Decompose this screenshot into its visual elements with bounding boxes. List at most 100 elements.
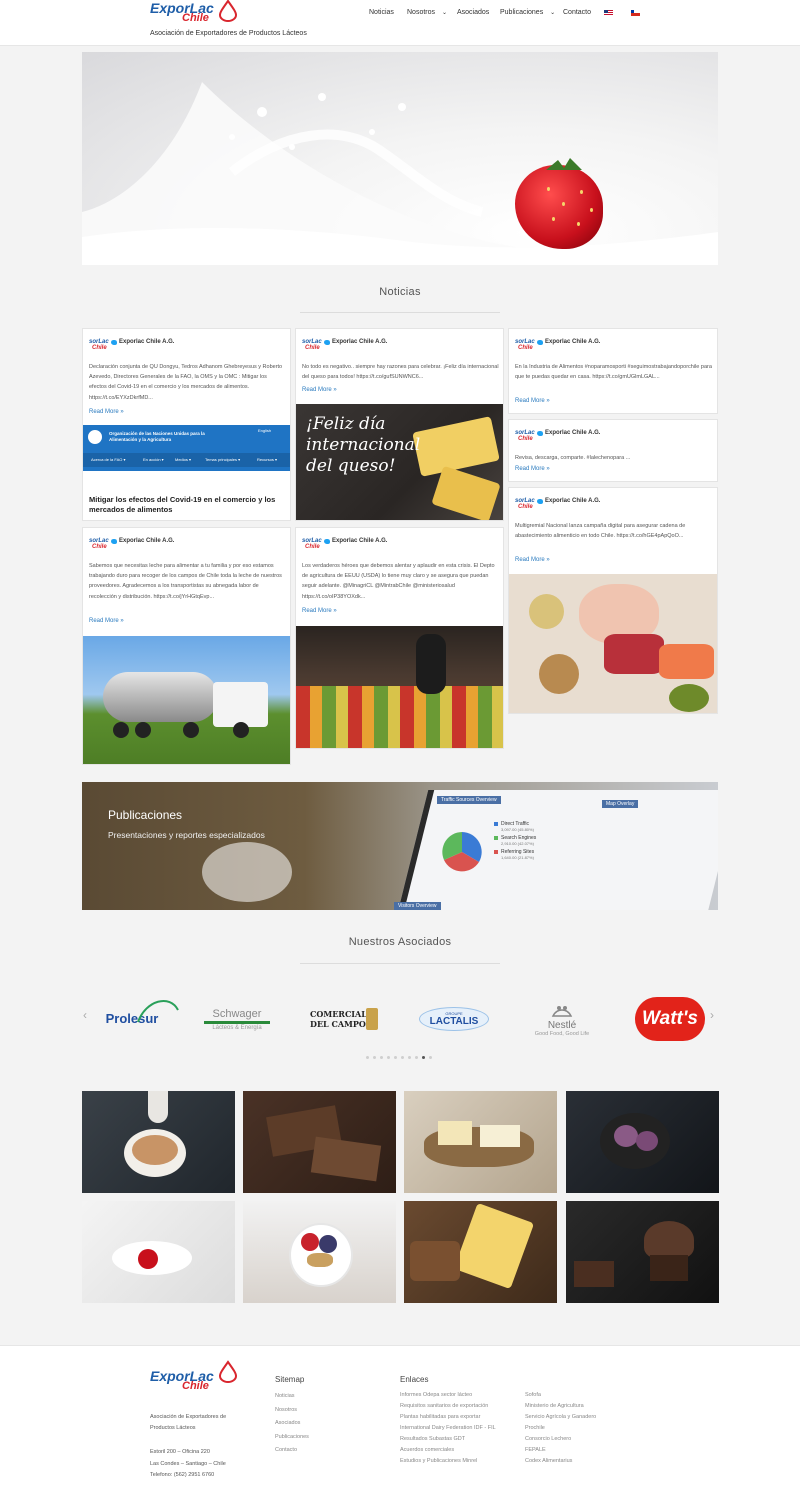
associate-logo-watts[interactable]: Watt's xyxy=(634,995,706,1043)
associate-logo-comercial-del-campo[interactable]: COMERCIAL DEL CAMPO xyxy=(306,995,382,1043)
carousel-dot[interactable] xyxy=(366,1056,369,1059)
carousel-next-icon[interactable]: › xyxy=(710,1008,714,1022)
footer-link[interactable]: FEPALE xyxy=(525,1447,546,1453)
site-footer: ExporLac Chile Asociación de Exportadore… xyxy=(0,1345,800,1500)
card-author[interactable]: Exporlac Chile A.G. xyxy=(119,538,174,544)
strawberry-leaves-graphic xyxy=(546,158,582,170)
associate-logo-prolesur[interactable]: Prolesur xyxy=(92,995,179,1043)
read-more-link[interactable]: Read More » xyxy=(515,466,550,472)
nav-publicaciones[interactable]: Publicaciones ⌄ xyxy=(500,9,555,16)
news-section-title: Noticias xyxy=(379,286,421,298)
carousel-dot[interactable] xyxy=(387,1056,390,1059)
nest-icon xyxy=(551,1005,573,1017)
nav-asociados[interactable]: Asociados xyxy=(457,9,489,16)
footer-sitemap-link[interactable]: Nosotros xyxy=(275,1407,297,1413)
nav-contacto[interactable]: Contacto xyxy=(563,9,591,16)
footer-link[interactable]: Informes Odepa sector lácteo xyxy=(400,1392,472,1398)
link-preview-title[interactable]: Mitigar los efectos del Covid-19 en el c… xyxy=(89,495,289,515)
footer-link[interactable]: Consorcio Lechero xyxy=(525,1436,571,1442)
read-more-link[interactable]: Read More » xyxy=(515,398,550,404)
site-tagline: Asociación de Exportadores de Productos … xyxy=(150,30,307,37)
milk-truck-image[interactable] xyxy=(83,636,290,764)
footer-link[interactable]: Plantas habilitadas para exportar xyxy=(400,1414,480,1420)
card-author[interactable]: Exporlac Chile A.G. xyxy=(332,339,387,345)
card-author[interactable]: Exporlac Chile A.G. xyxy=(332,538,387,544)
card-author[interactable]: Exporlac Chile A.G. xyxy=(545,498,600,504)
chile-flag-icon[interactable] xyxy=(631,10,640,16)
legend-detail: 2,910.00 (42.07%) xyxy=(501,841,534,846)
read-more-link[interactable]: Read More » xyxy=(515,557,550,563)
carousel-dot[interactable] xyxy=(415,1056,418,1059)
map-overlay-header: Map Overlay xyxy=(602,800,639,808)
carousel-dot[interactable] xyxy=(408,1056,411,1059)
carousel-dot[interactable] xyxy=(401,1056,404,1059)
food-products-image[interactable] xyxy=(509,574,717,713)
gallery-cupcake-image[interactable] xyxy=(566,1201,719,1303)
produce-market-image[interactable] xyxy=(296,626,503,748)
divider xyxy=(300,963,500,964)
gallery-cheese-bread-image[interactable] xyxy=(404,1201,557,1303)
footer-link[interactable]: Codex Alimentarius xyxy=(525,1458,572,1464)
footer-link[interactable]: Ministerio de Agricultura xyxy=(525,1403,584,1409)
shopper-graphic xyxy=(416,634,446,694)
footer-link[interactable]: Servicio Agrícola y Ganadero xyxy=(525,1414,596,1420)
footer-address-line: Productos Lácteos xyxy=(150,1425,196,1431)
read-more-link[interactable]: Read More » xyxy=(89,618,124,624)
footer-logo-chile: Chile xyxy=(182,1380,209,1392)
fao-website-preview[interactable]: Organización de las Naciones Unidas para… xyxy=(83,425,290,471)
card-author[interactable]: Exporlac Chile A.G. xyxy=(545,430,600,436)
avocado-graphic xyxy=(669,684,709,712)
fao-menu-item: Acerca de la FAO ▾ xyxy=(91,457,126,462)
fao-language: English xyxy=(258,428,272,433)
footer-links-title: Enlaces xyxy=(400,1375,429,1384)
read-more-link[interactable]: Read More » xyxy=(302,608,337,614)
footer-phone: Telefono: (562) 2951 6760 xyxy=(150,1472,215,1478)
footer-link[interactable]: International Dairy Federation IDF - FIL xyxy=(400,1425,496,1431)
salmon-graphic xyxy=(659,644,714,679)
associate-logo-schwager[interactable]: Schwager Lácteos & Energía xyxy=(196,995,278,1043)
carousel-dot[interactable] xyxy=(373,1056,376,1059)
gallery-latte-image[interactable] xyxy=(82,1091,235,1193)
nav-noticias[interactable]: Noticias xyxy=(369,9,394,16)
read-more-link[interactable]: Read More » xyxy=(302,387,337,393)
footer-link[interactable]: Prochile xyxy=(525,1425,545,1431)
footer-link[interactable]: Resultados Subastas GDT xyxy=(400,1436,465,1442)
carousel-dot-active[interactable] xyxy=(422,1056,425,1059)
fao-logo-icon xyxy=(87,429,103,445)
carousel-dot[interactable] xyxy=(394,1056,397,1059)
footer-link[interactable]: Requisitos sanitarios de exportación xyxy=(400,1403,488,1409)
site-header: ExporLac Chile Asociación de Exportadore… xyxy=(0,0,800,46)
gallery-cheese-board-image[interactable] xyxy=(404,1091,557,1193)
associate-logo-lactalis[interactable]: GROUPE LACTALIS xyxy=(416,995,492,1043)
card-author[interactable]: Exporlac Chile A.G. xyxy=(545,339,600,345)
exporlac-mini-logo: sorLac Chile xyxy=(302,339,322,351)
exporlac-mini-logo: sorLac Chile xyxy=(515,339,535,351)
footer-sitemap-link[interactable]: Publicaciones xyxy=(275,1434,309,1440)
nav-publicaciones-label: Publicaciones xyxy=(500,9,544,16)
gallery-strawberry-milk-image[interactable] xyxy=(82,1201,235,1303)
nav-nosotros[interactable]: Nosotros ⌄ xyxy=(407,9,447,16)
exporlac-mini-logo: sorLac Chile xyxy=(89,538,109,550)
gallery-chocolate-image[interactable] xyxy=(243,1091,396,1193)
us-flag-icon[interactable] xyxy=(604,10,613,16)
footer-link[interactable]: Sofofa xyxy=(525,1392,541,1398)
card-author[interactable]: Exporlac Chile A.G. xyxy=(119,339,174,345)
footer-sitemap-link[interactable]: Contacto xyxy=(275,1447,297,1453)
carousel-dot[interactable] xyxy=(429,1056,432,1059)
cheese-day-image[interactable]: ¡Feliz día internacional del queso! xyxy=(296,404,503,520)
carousel-dot[interactable] xyxy=(380,1056,383,1059)
footer-sitemap-link[interactable]: Noticias xyxy=(275,1393,295,1399)
footer-sitemap-link[interactable]: Asociados xyxy=(275,1420,300,1426)
comercial-campo-text: COMERCIAL DEL CAMPO xyxy=(310,1009,367,1029)
associate-logo-nestle[interactable]: Nestlé Good Food, Good Life xyxy=(524,995,600,1043)
carousel-prev-icon[interactable]: ‹ xyxy=(83,1008,87,1022)
nuts-graphic xyxy=(539,654,579,694)
gallery-ice-cream-image[interactable] xyxy=(566,1091,719,1193)
cheese-graphic xyxy=(431,465,501,520)
prolesur-swoosh-icon xyxy=(136,1000,179,1023)
footer-link[interactable]: Acuerdos comerciales xyxy=(400,1447,454,1453)
footer-link[interactable]: Estudios y Publicaciones Minrel xyxy=(400,1458,477,1464)
gallery-yogurt-bowl-image[interactable] xyxy=(243,1201,396,1303)
publications-banner[interactable]: Traffic Sources Overview Map Overlay Dir… xyxy=(82,782,718,910)
read-more-link[interactable]: Read More » xyxy=(89,409,124,415)
